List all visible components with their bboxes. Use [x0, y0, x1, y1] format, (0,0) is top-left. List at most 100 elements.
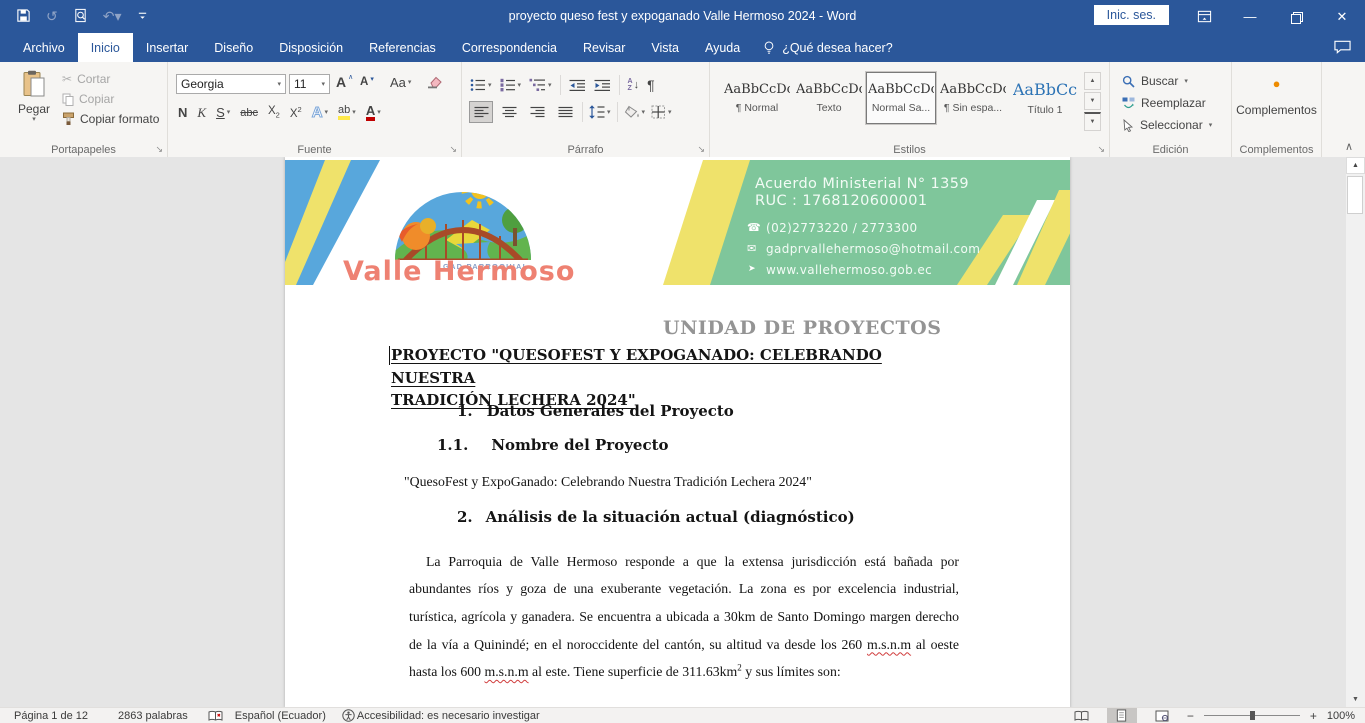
proofing-icon[interactable] [208, 710, 223, 722]
close-button[interactable]: ✕ [1319, 0, 1365, 33]
comments-icon[interactable] [1334, 40, 1351, 54]
scroll-down-icon[interactable]: ▼ [1346, 691, 1365, 707]
style-titulo-1[interactable]: AaBbCcTítulo 1 [1010, 72, 1080, 124]
replace-button[interactable]: Reemplazar [1122, 92, 1212, 114]
select-button[interactable]: Seleccionar▾ [1122, 114, 1212, 136]
tab-insertar[interactable]: Insertar [133, 33, 201, 62]
cursor-icon: ➤ [748, 263, 756, 274]
text-effects-button[interactable]: A▾ [312, 104, 328, 121]
font-dialog-launcher[interactable]: ↘ [449, 144, 457, 155]
language-indicator[interactable]: Español (Ecuador) [235, 710, 326, 722]
decrease-indent-button[interactable] [569, 79, 586, 92]
styles-gallery-more[interactable]: ▼ [1084, 112, 1101, 131]
tab-diseno[interactable]: Diseño [201, 33, 266, 62]
tab-revisar[interactable]: Revisar [570, 33, 638, 62]
style-normal[interactable]: AaBbCcDc¶ Normal [722, 72, 792, 124]
bold-button[interactable]: N [178, 105, 187, 120]
clear-format-icon[interactable] [426, 75, 442, 89]
ribbon-display-options-icon[interactable] [1181, 0, 1227, 33]
web-layout-button[interactable] [1147, 708, 1177, 723]
zoom-percent[interactable]: 100% [1327, 710, 1355, 722]
acuerdo-line: Acuerdo Ministerial N° 1359 [755, 176, 969, 192]
align-center-button[interactable] [498, 102, 520, 122]
mail-icon: ✉ [747, 242, 756, 255]
word-count[interactable]: 2863 palabras [118, 710, 188, 722]
paste-button[interactable]: Pegar ▾ [8, 70, 60, 123]
styles-dialog-launcher[interactable]: ↘ [1097, 144, 1105, 155]
phone-line: (02)2773220 / 2773300 [766, 221, 918, 235]
addins-button[interactable]: ● Complementos [1232, 76, 1321, 117]
styles-scroll-down[interactable]: ▼ [1084, 92, 1101, 110]
clipboard-icon [23, 70, 45, 97]
vertical-scrollbar[interactable]: ▲ ▼ [1346, 157, 1365, 708]
tab-correspondencia[interactable]: Correspondencia [449, 33, 570, 62]
document-page[interactable]: GAD PARROQUIAL Valle Hermoso Acuerdo Min… [285, 157, 1070, 708]
zoom-in-button[interactable]: + [1310, 709, 1317, 723]
format-painter-button[interactable]: Copiar formato [62, 112, 159, 126]
subscript-button[interactable]: X2 [268, 105, 280, 119]
style-texto[interactable]: AaBbCcDcTexto [794, 72, 864, 124]
strikethrough-button[interactable]: abc [240, 107, 258, 119]
scissors-icon: ✂ [62, 72, 72, 86]
underline-button[interactable]: S▾ [216, 105, 230, 120]
scrollbar-thumb[interactable] [1347, 176, 1363, 214]
highlight-button[interactable]: ab▾ [338, 105, 356, 120]
print-layout-button[interactable] [1107, 708, 1137, 723]
bullets-button[interactable]: ▾ [470, 78, 492, 92]
save-icon[interactable] [16, 8, 31, 23]
collapse-ribbon-icon[interactable]: ∧ [1345, 140, 1353, 153]
justify-button[interactable] [554, 102, 576, 122]
tab-vista[interactable]: Vista [638, 33, 692, 62]
group-styles: AaBbCcDc¶ Normal AaBbCcDcTexto AaBbCcDcN… [710, 62, 1110, 157]
numbering-button[interactable]: ▾ [500, 78, 522, 92]
clipboard-dialog-launcher[interactable]: ↘ [155, 144, 163, 155]
italic-button[interactable]: K [197, 105, 206, 121]
grow-font-button[interactable]: A∧ [336, 74, 353, 90]
line-spacing-button[interactable]: ▾ [589, 105, 611, 119]
project-name-quote: "QuesoFest y ExpoGanado: Celebrando Nues… [404, 474, 812, 490]
font-name-combo[interactable]: Georgia▾ [176, 74, 286, 94]
show-marks-button[interactable]: ¶ [647, 77, 655, 93]
tab-disposicion[interactable]: Disposición [266, 33, 356, 62]
print-preview-icon[interactable] [73, 8, 88, 23]
heading-1: 1.Datos Generales del Proyecto [457, 402, 734, 420]
tab-ayuda[interactable]: Ayuda [692, 33, 753, 62]
minimize-button[interactable]: — [1227, 0, 1273, 33]
align-right-button[interactable] [526, 102, 548, 122]
unit-heading: UNIDAD DE PROYECTOS [663, 317, 941, 339]
find-button[interactable]: Buscar▾ [1122, 70, 1212, 92]
paragraph-dialog-launcher[interactable]: ↘ [697, 144, 705, 155]
superscript-button[interactable]: X2 [290, 105, 302, 120]
read-mode-button[interactable] [1067, 708, 1097, 723]
customize-qat-icon[interactable] [137, 10, 148, 22]
document-area[interactable]: GAD PARROQUIAL Valle Hermoso Acuerdo Min… [0, 157, 1365, 708]
zoom-out-button[interactable]: − [1187, 709, 1194, 723]
multilevel-list-button[interactable]: ▾ [529, 78, 552, 92]
tab-archivo[interactable]: Archivo [10, 33, 78, 62]
change-case-button[interactable]: Aa▾ [390, 75, 411, 90]
tell-me-search[interactable]: ¿Qué desea hacer? [753, 33, 903, 62]
page-indicator[interactable]: Página 1 de 12 [14, 710, 88, 722]
accessibility-icon[interactable] [342, 709, 355, 722]
shading-button[interactable]: ▾ [624, 105, 646, 119]
zoom-slider-handle[interactable] [1250, 711, 1255, 720]
font-size-combo[interactable]: 11▾ [289, 74, 330, 94]
style-sin-espaciado[interactable]: AaBbCcDc¶ Sin espa... [938, 72, 1008, 124]
accessibility-status[interactable]: Accesibilidad: es necesario investigar [357, 710, 540, 722]
sign-in-button[interactable]: Inic. ses. [1094, 5, 1169, 25]
scroll-up-icon[interactable]: ▲ [1346, 157, 1365, 174]
word-window: ↺ ↶▾ proyecto queso fest y expoganado Va… [0, 0, 1365, 723]
styles-scroll-up[interactable]: ▲ [1084, 72, 1101, 90]
sort-button[interactable]: AZ↓ [628, 78, 640, 92]
style-normal-sa[interactable]: AaBbCcDcNormal Sa... [866, 72, 936, 124]
zoom-slider[interactable] [1204, 708, 1300, 723]
group-editing: Buscar▾ Reemplazar Seleccionar▾ Edición [1110, 62, 1232, 157]
borders-button[interactable]: ▾ [651, 105, 672, 119]
shrink-font-button[interactable]: A▾ [360, 76, 374, 88]
font-color-button[interactable]: A▾ [366, 104, 381, 121]
align-left-button[interactable] [470, 102, 492, 122]
restore-button[interactable] [1273, 0, 1319, 33]
increase-indent-button[interactable] [594, 79, 611, 92]
tab-inicio[interactable]: Inicio [78, 33, 133, 62]
tab-referencias[interactable]: Referencias [356, 33, 449, 62]
